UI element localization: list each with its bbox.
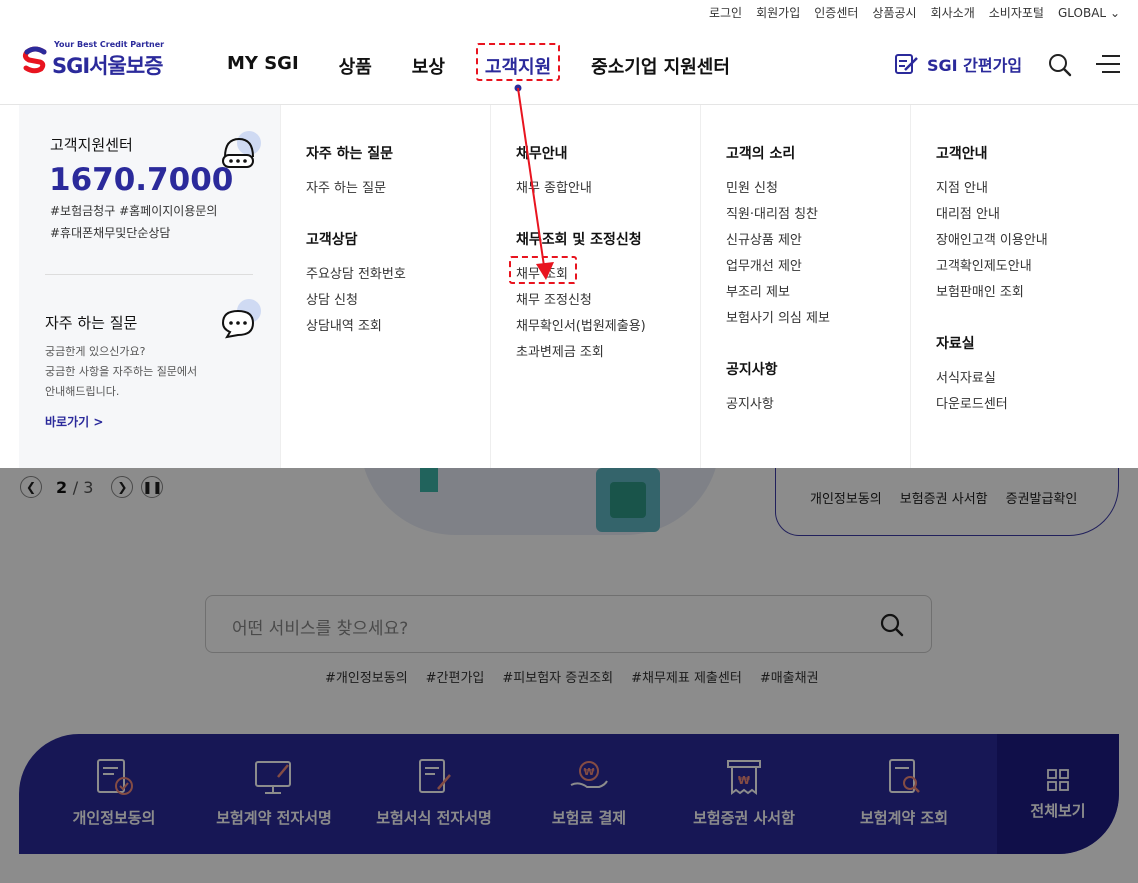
customer-center-tags: #보험금청구 #홈페이지이용문의: [50, 204, 218, 218]
nav-products[interactable]: 상품: [339, 53, 372, 79]
mega-column-faq: 자주 하는 질문 자주 하는 질문 고객상담 주요상담 전화번호 상담 신청 상…: [280, 105, 490, 468]
logo-tagline: Your Best Credit Partner: [54, 40, 165, 49]
util-cert-link[interactable]: 인증센터: [814, 4, 858, 21]
logo-wordmark: SGI서울보증: [52, 54, 163, 78]
faq-box-desc: 궁금한 사항을 자주하는 질문에서: [45, 365, 198, 378]
menu-link[interactable]: 민원 신청: [726, 177, 778, 196]
hamburger-menu-icon[interactable]: [1096, 52, 1120, 76]
util-global-label: GLOBAL: [1057, 5, 1107, 20]
customer-center-title: 고객지원센터: [50, 136, 133, 154]
utility-bar: 로그인 회원가입 인증센터 상품공시 회사소개 소비자포털 GLOBAL ⌄: [709, 4, 1120, 21]
menu-link[interactable]: 보험사기 의심 제보: [726, 307, 830, 326]
nav-sme-center[interactable]: 중소기업 지원센터: [591, 53, 730, 79]
menu-link[interactable]: 장애인고객 이용안내: [936, 229, 1048, 248]
menu-link[interactable]: 채무 조정신청: [516, 289, 592, 308]
menu-link[interactable]: 상담내역 조회: [306, 315, 382, 334]
mega-menu-panel: 고객지원센터 1670.7000 #보험금청구 #홈페이지이용문의 #휴대폰채무…: [19, 105, 1119, 468]
faq-go-link[interactable]: 바로가기 >: [45, 413, 103, 430]
menu-section-title[interactable]: 공지사항: [726, 359, 778, 379]
chevron-down-icon: ⌄: [1109, 5, 1120, 20]
menu-link[interactable]: 직원·대리점 칭찬: [726, 203, 818, 222]
menu-link[interactable]: 신규상품 제안: [726, 229, 802, 248]
menu-section-title[interactable]: 자료실: [936, 333, 975, 353]
annotation-arrow-icon: [514, 84, 554, 280]
menu-link[interactable]: 업무개선 제안: [726, 255, 802, 274]
quick-join-button[interactable]: SGI 간편가입: [893, 52, 1022, 76]
left-panel-divider: [45, 274, 253, 275]
mega-column-voice: 고객의 소리 민원 신청 직원·대리점 칭찬 신규상품 제안 업무개선 제안 부…: [700, 105, 910, 468]
chat-bubble-icon: [221, 299, 261, 339]
menu-section-title[interactable]: 고객의 소리: [726, 143, 795, 163]
menu-section-title[interactable]: 고객안내: [936, 143, 988, 163]
sgi-logo-mark-icon: [22, 46, 47, 74]
faq-box-desc: 궁금한게 있으신가요?: [45, 345, 146, 358]
nav-my-sgi[interactable]: MY SGI: [227, 53, 299, 79]
menu-link[interactable]: 지점 안내: [936, 177, 988, 196]
customer-center-tags: #휴대폰채무및단순상담: [50, 226, 171, 240]
menu-link[interactable]: 채무확인서(법원제출용): [516, 315, 646, 334]
menu-link[interactable]: 서식자료실: [936, 367, 996, 386]
edit-document-icon: [895, 54, 918, 74]
menu-link[interactable]: 자주 하는 질문: [306, 177, 386, 196]
faq-box-desc: 안내해드립니다.: [45, 385, 120, 398]
faq-box-title: 자주 하는 질문: [45, 314, 138, 332]
headset-icon: [222, 131, 261, 168]
util-company-link[interactable]: 회사소개: [931, 4, 975, 21]
mega-left-panel: 고객지원센터 1670.7000 #보험금청구 #홈페이지이용문의 #휴대폰채무…: [19, 105, 280, 468]
menu-link[interactable]: 부조리 제보: [726, 281, 790, 300]
util-login-link[interactable]: 로그인: [709, 4, 742, 21]
util-signup-link[interactable]: 회원가입: [756, 4, 800, 21]
search-icon[interactable]: [1048, 53, 1072, 77]
util-global-dropdown[interactable]: GLOBAL ⌄: [1058, 6, 1120, 20]
util-product-disclosure-link[interactable]: 상품공시: [872, 4, 916, 21]
menu-link[interactable]: 주요상담 전화번호: [306, 263, 406, 282]
menu-section-title[interactable]: 자주 하는 질문: [306, 143, 393, 163]
dim-overlay: [0, 468, 1138, 883]
menu-link[interactable]: 보험판매인 조회: [936, 281, 1024, 300]
util-consumer-portal-link[interactable]: 소비자포털: [989, 4, 1044, 21]
menu-link[interactable]: 대리점 안내: [936, 203, 1000, 222]
nav-compensation[interactable]: 보상: [412, 53, 445, 79]
highlight-box-nav: [476, 43, 560, 81]
menu-link[interactable]: 초과변제금 조회: [516, 341, 604, 360]
menu-link[interactable]: 다운로드센터: [936, 393, 1008, 412]
menu-link[interactable]: 고객확인제도안내: [936, 255, 1032, 274]
menu-link[interactable]: 상담 신청: [306, 289, 358, 308]
menu-link[interactable]: 공지사항: [726, 393, 774, 412]
logo[interactable]: Your Best Credit Partner SGI서울보증: [20, 40, 165, 80]
customer-center-phone: 1670.7000: [49, 162, 234, 198]
quick-join-label: SGI 간편가입: [927, 56, 1023, 75]
menu-section-title[interactable]: 고객상담: [306, 229, 358, 249]
mega-column-guide: 고객안내 지점 안내 대리점 안내 장애인고객 이용안내 고객확인제도안내 보험…: [910, 105, 1119, 468]
